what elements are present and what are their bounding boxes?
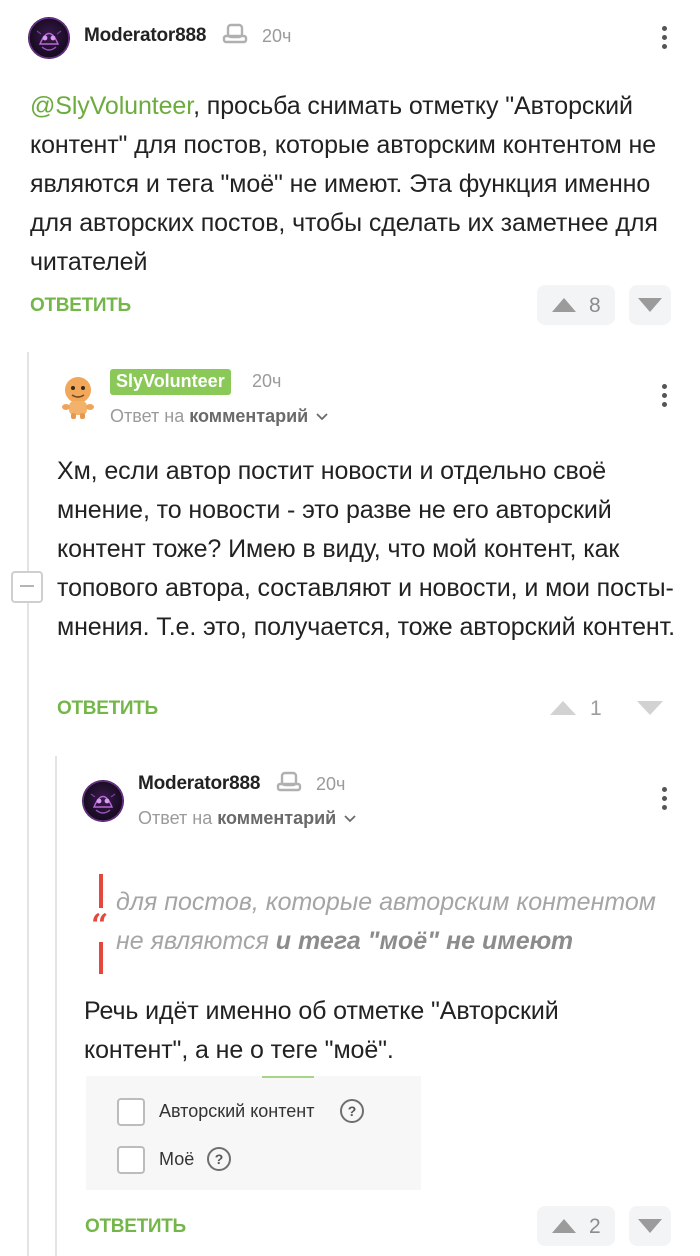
vote-up-box: 8 (537, 285, 615, 325)
downvote-button[interactable] (629, 285, 671, 325)
reply-to-link[interactable]: Ответ на комментарий (138, 808, 357, 829)
vote-up-box: 2 (537, 1206, 615, 1246)
upvote-icon[interactable] (549, 699, 577, 717)
avatar[interactable] (56, 374, 100, 419)
checkbox-moe (117, 1146, 145, 1174)
chevron-down-icon (344, 815, 356, 823)
downvote-icon[interactable] (636, 699, 664, 717)
quote-text: для постов, которые авторским контентом … (116, 888, 656, 955)
avatar[interactable] (28, 17, 70, 59)
comment-time: 20ч (316, 774, 346, 794)
reply-button[interactable]: ОТВЕТИТЬ (57, 698, 158, 720)
downvote-button[interactable] (629, 1206, 671, 1246)
vote-count: 1 (590, 697, 602, 720)
quote-icon: “ (91, 908, 109, 943)
help-icon: ? (340, 1099, 364, 1123)
username[interactable]: Moderator888 (84, 25, 206, 47)
comment-text: @SlyVolunteer, просьба снимать отметку "… (30, 92, 658, 276)
comment-time: 20ч (262, 26, 292, 46)
downvote-icon[interactable] (637, 296, 663, 314)
username-badge[interactable]: SlyVolunteer (110, 369, 231, 395)
thread-line (55, 756, 57, 1256)
embedded-image[interactable]: Авторский контент ? Моё ? (86, 1076, 421, 1190)
moderator-hat-icon (276, 771, 302, 798)
vote-count: 2 (589, 1215, 601, 1238)
checkbox-authored-content (117, 1098, 145, 1126)
comment-time: 20ч (252, 371, 282, 391)
upvote-icon[interactable] (551, 1217, 577, 1235)
upvote-icon[interactable] (551, 296, 577, 314)
quote-bar (99, 942, 103, 974)
reply-to-link[interactable]: Ответ на комментарий (110, 406, 329, 427)
vote-count: 8 (589, 294, 601, 317)
checkbox-label: Авторский контент (159, 1101, 315, 1121)
quote-bar (99, 874, 103, 908)
username[interactable]: Moderator888 (138, 773, 260, 795)
thread-line (27, 352, 29, 1256)
user-mention-link[interactable]: @SlyVolunteer (30, 92, 193, 120)
collapse-thread-button[interactable] (11, 571, 43, 603)
help-icon: ? (207, 1147, 231, 1171)
comment-text: Хм, если автор постит новости и отдельно… (57, 457, 676, 641)
reply-button[interactable]: ОТВЕТИТЬ (85, 1216, 186, 1238)
comment-text: Речь идёт именно об отметке "Авторский к… (84, 997, 559, 1064)
more-options-icon[interactable] (658, 26, 670, 53)
downvote-icon[interactable] (637, 1217, 663, 1235)
moderator-hat-icon (222, 23, 248, 50)
avatar[interactable] (82, 780, 124, 822)
more-options-icon[interactable] (658, 787, 670, 814)
reply-button[interactable]: ОТВЕТИТЬ (30, 295, 131, 317)
checkbox-label: Моё (159, 1149, 195, 1169)
more-options-icon[interactable] (658, 384, 670, 411)
chevron-down-icon (316, 413, 328, 421)
